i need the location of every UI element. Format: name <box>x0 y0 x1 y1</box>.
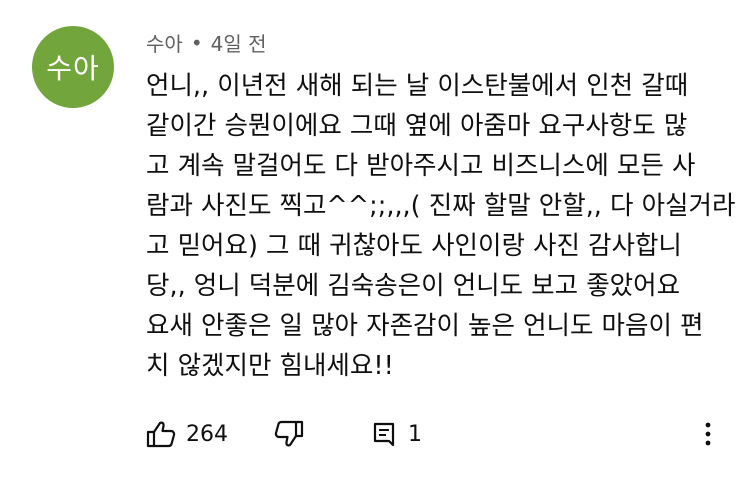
more-vertical-icon <box>705 422 711 446</box>
comment-actions: 264 1 <box>146 414 736 454</box>
comment-header: 수아 • 4일 전 <box>146 28 267 57</box>
comment-item: 수아 수아 • 4일 전 언니,, 이년전 새해 되는 날 이스탄불에서 인천 … <box>0 0 750 484</box>
comment-line: 요새 안좋은 일 많아 자존감이 높은 언니도 마음이 편 <box>146 311 704 341</box>
comment-line: 언니,, 이년전 새해 되는 날 이스탄불에서 인천 갈때 <box>146 71 689 101</box>
comment-time[interactable]: 4일 전 <box>211 28 267 57</box>
comment-line: 당,, 엉니 덕분에 김숙송은이 언니도 보고 좋았어요 <box>146 271 681 301</box>
comment-line: 같이간 승뭔이에요 그때 옆에 아줌마 요구사항도 많 <box>146 111 688 141</box>
avatar-initials: 수아 <box>46 52 100 85</box>
reply-comment-icon <box>373 422 395 447</box>
meta-separator: • <box>190 30 203 55</box>
more-options-button[interactable] <box>702 414 714 454</box>
comment-line: 치 않겠지만 힘내세요!! <box>146 351 394 381</box>
thumbs-up-icon <box>146 421 176 448</box>
reply-count: 1 <box>408 421 422 447</box>
comment-line: 고 계속 말걸어도 다 받아주시고 비즈니스에 모든 사 <box>146 151 696 181</box>
comment-line: 고 믿어요) 그 때 귀찮아도 사인이랑 사진 감사합니 <box>146 231 682 261</box>
like-button[interactable]: 264 <box>146 414 228 454</box>
avatar[interactable]: 수아 <box>32 26 114 108</box>
comment-text: 언니,, 이년전 새해 되는 날 이스탄불에서 인천 갈때 같이간 승뭔이에요 … <box>146 66 736 386</box>
like-count: 264 <box>186 421 228 447</box>
comment-line: 람과 사진도 찍고^^;;,,,( 진짜 할말 안할,, 다 아실거라 <box>146 191 736 221</box>
thumbs-down-icon <box>274 420 304 447</box>
reply-button[interactable]: 1 <box>372 414 422 454</box>
dislike-button[interactable] <box>274 414 304 454</box>
author-name[interactable]: 수아 <box>146 28 183 57</box>
